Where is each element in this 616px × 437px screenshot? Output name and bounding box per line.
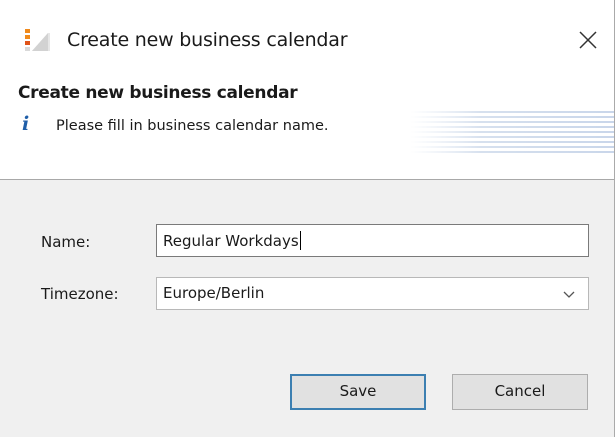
app-icon	[22, 27, 52, 55]
chevron-down-icon	[563, 291, 575, 298]
close-button[interactable]	[572, 24, 604, 56]
text-caret	[299, 231, 301, 250]
header-title: Create new business calendar	[18, 83, 298, 103]
info-icon: i	[22, 113, 30, 135]
timezone-label: Timezone:	[41, 285, 119, 303]
dialog-window: Create new business calendar Create new …	[0, 0, 615, 437]
close-icon	[579, 31, 597, 49]
header-decoration	[410, 111, 614, 153]
timezone-select[interactable]: Europe/Berlin	[156, 277, 589, 310]
window-title: Create new business calendar	[67, 29, 348, 51]
name-value: Regular Workdays	[163, 232, 299, 250]
name-input[interactable]: Regular Workdays	[156, 224, 589, 257]
header-message: Please fill in business calendar name.	[56, 118, 329, 134]
save-button[interactable]: Save	[290, 374, 426, 410]
title-bar: Create new business calendar	[0, 0, 614, 78]
name-label: Name:	[41, 233, 91, 251]
header-panel: Create new business calendar i Please fi…	[0, 78, 614, 180]
timezone-value: Europe/Berlin	[163, 284, 265, 302]
cancel-button[interactable]: Cancel	[452, 374, 588, 410]
